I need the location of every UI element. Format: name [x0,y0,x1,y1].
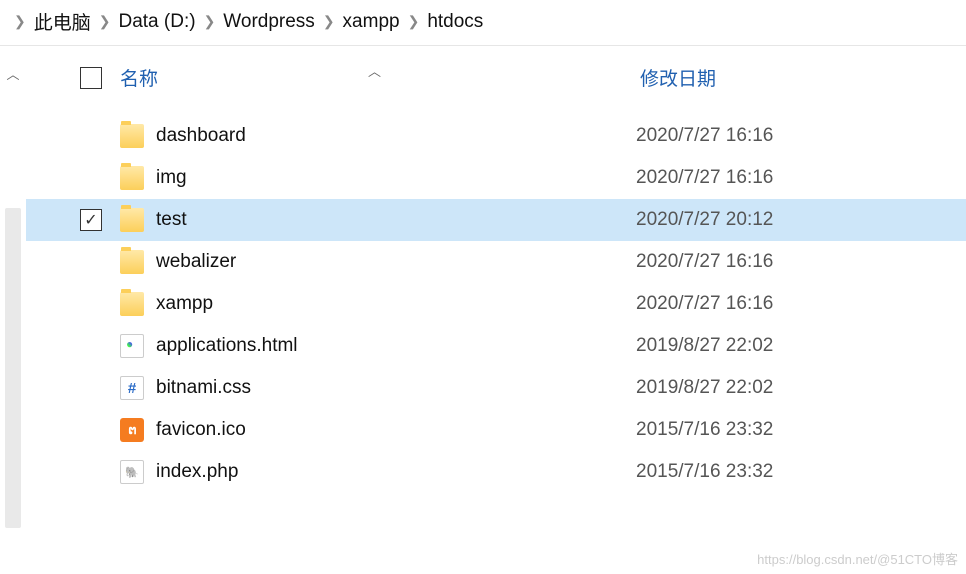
chevron-right-icon: ❯ [14,13,26,30]
folder-icon [120,292,144,316]
crumb-wordpress[interactable]: Wordpress [223,11,315,33]
file-row[interactable]: ✓dashboard2020/7/27 16:16 [26,115,966,157]
file-date: 2019/8/27 22:02 [636,377,773,399]
file-name: dashboard [156,125,636,147]
file-date: 2020/7/27 20:12 [636,209,773,231]
crumb-data[interactable]: Data (D:) [118,11,195,33]
file-row[interactable]: ✓applications.html2019/8/27 22:02 [26,325,966,367]
file-name: xampp [156,293,636,315]
file-date: 2020/7/27 16:16 [636,293,773,315]
php-file-icon: 🐘 [120,460,144,484]
file-name: bitnami.css [156,377,636,399]
file-name: test [156,209,636,231]
row-checkbox[interactable]: ✓ [80,209,102,231]
chevron-right-icon: ❯ [408,13,420,30]
file-row[interactable]: ✓#bitnami.css2019/8/27 22:02 [26,367,966,409]
chevron-right-icon: ❯ [204,13,216,30]
crumb-xampp[interactable]: xampp [343,11,400,33]
crumb-pc[interactable]: 此电脑 [34,8,91,35]
file-list: ✓dashboard2020/7/27 16:16✓img2020/7/27 1… [26,109,966,493]
crumb-htdocs[interactable]: htdocs [427,11,483,33]
folder-icon [120,166,144,190]
file-date: 2015/7/16 23:32 [636,461,773,483]
file-row[interactable]: ✓webalizer2020/7/27 16:16 [26,241,966,283]
scroll-track[interactable] [5,208,21,528]
file-row[interactable]: ✓🐘index.php2015/7/16 23:32 [26,451,966,493]
folder-icon [120,250,144,274]
collapse-caret-icon[interactable]: ︿ [368,61,381,80]
folder-icon [120,124,144,148]
watermark: https://blog.csdn.net/@51CTO博客 [757,549,958,568]
breadcrumb[interactable]: ❯ 此电脑 ❯ Data (D:) ❯ Wordpress ❯ xampp ❯ … [0,0,966,46]
file-row[interactable]: ✓xampp2020/7/27 16:16 [26,283,966,325]
file-name: webalizer [156,251,636,273]
column-header-row: 名称 修改日期 [26,46,966,109]
file-date: 2020/7/27 16:16 [636,167,773,189]
chevron-right-icon: ❯ [99,13,111,30]
file-date: 2020/7/27 16:16 [636,125,773,147]
html-file-icon [120,334,144,358]
ico-file-icon: ຕ [120,418,144,442]
scroll-up-icon[interactable]: ︿ [6,64,19,83]
file-date: 2020/7/27 16:16 [636,251,773,273]
select-all-checkbox[interactable] [80,67,102,89]
file-row[interactable]: ✓ test2020/7/27 20:12 [26,199,966,241]
file-date: 2015/7/16 23:32 [636,419,773,441]
css-file-icon: # [120,376,144,400]
scrollbar[interactable]: ︿ [0,46,26,574]
file-date: 2019/8/27 22:02 [636,335,773,357]
file-name: index.php [156,461,636,483]
column-header-date[interactable]: 修改日期 [640,64,966,91]
file-name: favicon.ico [156,419,636,441]
chevron-right-icon: ❯ [323,13,335,30]
file-row[interactable]: ✓ຕfavicon.ico2015/7/16 23:32 [26,409,966,451]
file-name: img [156,167,636,189]
file-name: applications.html [156,335,636,357]
file-row[interactable]: ✓img2020/7/27 16:16 [26,157,966,199]
folder-icon [120,208,144,232]
